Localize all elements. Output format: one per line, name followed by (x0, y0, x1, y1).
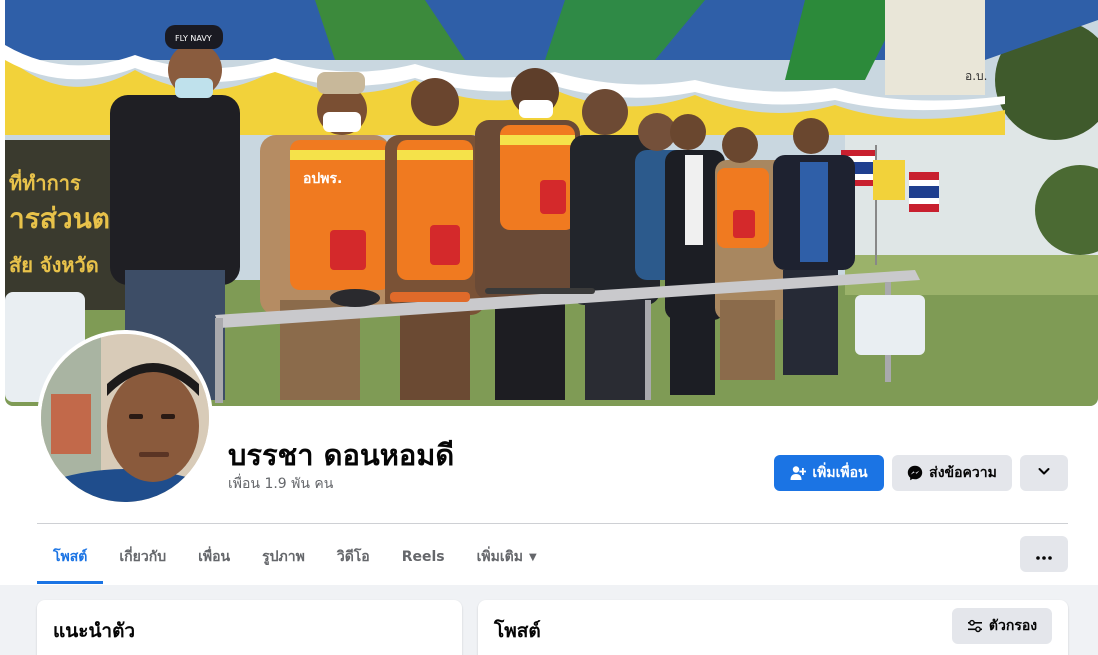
tab-reels[interactable]: Reels (386, 530, 461, 584)
intro-card: แนะนำตัว (37, 600, 462, 655)
cover-cap-text: FLY NAVY (175, 34, 212, 43)
tab-photos[interactable]: รูปภาพ (246, 530, 321, 584)
filter-label: ตัวกรอง (988, 618, 1038, 634)
cover-sign-line-2: ารส่วนต (9, 202, 110, 235)
cover-banner-text: อ.บ. (965, 69, 987, 83)
tab-about[interactable]: เกี่ยวกับ (103, 530, 182, 584)
add-person-icon (790, 465, 807, 481)
tab-about-label: เกี่ยวกับ (119, 549, 167, 565)
cover-sign-line-1: ที่ทำการ (9, 168, 81, 195)
filter-sliders-icon (967, 619, 983, 633)
profile-picture[interactable] (37, 330, 213, 506)
tab-reels-label: Reels (401, 549, 445, 565)
caret-down-icon: ▼ (528, 551, 537, 563)
cover-vest-text: อปพร. (303, 171, 342, 187)
tab-videos[interactable]: วิดีโอ (321, 530, 386, 584)
tab-friends[interactable]: เพื่อน (182, 530, 246, 584)
profile-page: อ.บ. ที่ทำการ ารส่วนต สัย จังหวัด FLY NA… (0, 0, 1098, 655)
tab-posts[interactable]: โพสต์ (37, 530, 104, 584)
add-friend-label: เพิ่มเพื่อน (812, 465, 868, 481)
profile-name: บรรชา ดอนหอมดี (228, 438, 455, 472)
add-friend-button[interactable]: เพิ่มเพื่อน (774, 455, 884, 491)
tab-posts-label: โพสต์ (53, 549, 88, 565)
tab-videos-label: วิดีโอ (336, 549, 370, 565)
profile-more-options-button[interactable] (1020, 455, 1068, 491)
tabs-more-options-button[interactable] (1020, 536, 1068, 572)
tab-photos-label: รูปภาพ (262, 549, 305, 565)
posts-card-title: โพสต์ (494, 620, 541, 642)
send-message-label: ส่งข้อความ (929, 465, 997, 481)
tab-friends-label: เพื่อน (198, 549, 231, 565)
profile-tabs: โพสต์ เกี่ยวกับ เพื่อน รูปภาพ วิดีโอ Ree… (37, 530, 553, 584)
friends-count-link[interactable]: เพื่อน 1.9 พัน คน (228, 473, 333, 495)
tab-more-label: เพิ่มเติม (476, 549, 523, 565)
posts-card: โพสต์ ตัวกรอง (478, 600, 1068, 655)
chevron-down-icon (1037, 464, 1051, 482)
intro-card-title: แนะนำตัว (53, 620, 136, 642)
profile-picture-image (41, 334, 209, 502)
send-message-button[interactable]: ส่งข้อความ (892, 455, 1012, 491)
messenger-icon (907, 465, 923, 481)
more-dots-icon (1036, 545, 1052, 564)
cover-sign-line-3: สัย จังหวัด (9, 253, 99, 277)
filter-button[interactable]: ตัวกรอง (952, 608, 1052, 644)
tab-more[interactable]: เพิ่มเติม ▼ (461, 530, 553, 584)
header-divider (37, 523, 1068, 524)
